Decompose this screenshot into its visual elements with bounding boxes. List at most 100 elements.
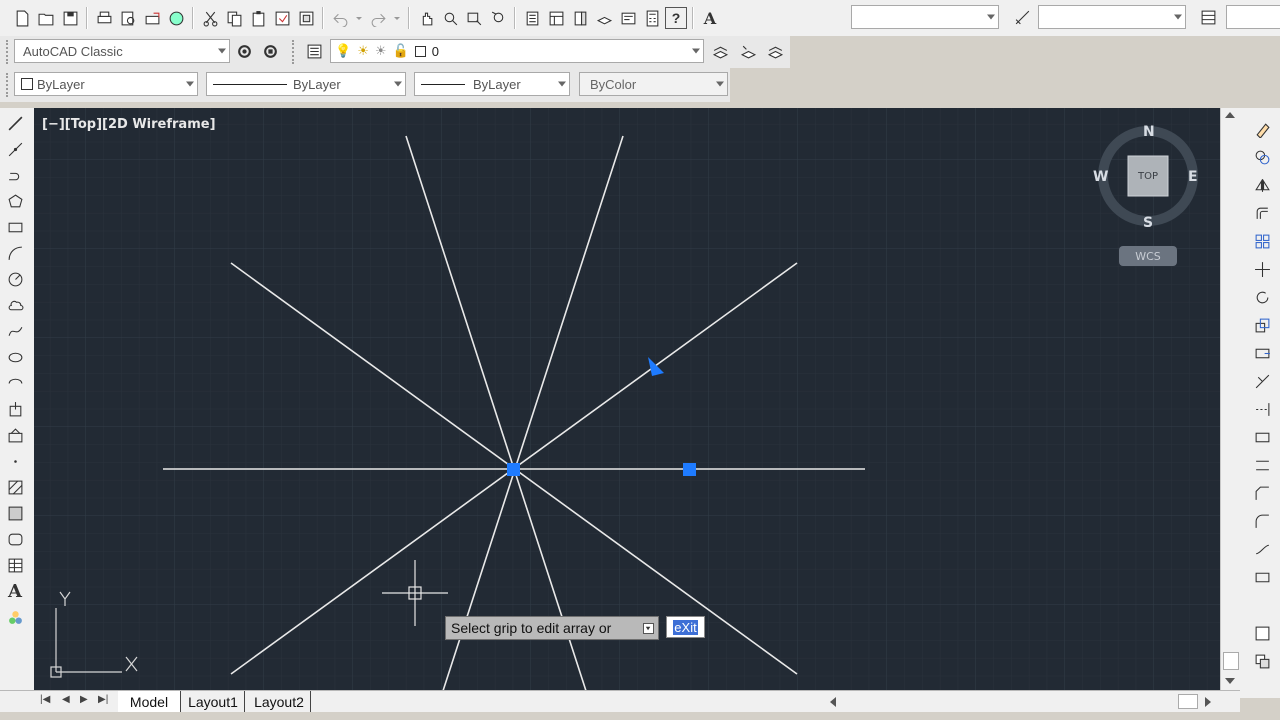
new-file-icon[interactable] (11, 7, 33, 29)
toolbar-grip[interactable] (6, 40, 13, 64)
scroll-right-arrow-icon[interactable] (1205, 697, 1211, 707)
make-block-icon[interactable] (4, 424, 26, 446)
dimension-style-icon[interactable] (1011, 6, 1033, 28)
viewport-controls-label[interactable]: [−][Top][2D Wireframe] (42, 117, 216, 132)
last-layout-icon[interactable]: ▶| (98, 694, 112, 709)
blend-curves-icon[interactable] (1251, 538, 1273, 560)
save-icon[interactable] (59, 7, 81, 29)
viewcube-south[interactable]: S (1143, 215, 1153, 231)
next-layout-icon[interactable]: ▶ (80, 694, 94, 709)
line-icon[interactable] (4, 112, 26, 134)
break-icon[interactable] (1251, 426, 1273, 448)
command-option-exit[interactable]: eXit (666, 616, 705, 638)
design-center-icon[interactable] (545, 7, 567, 29)
previous-layout-icon[interactable]: ◀ (62, 694, 76, 709)
plot-icon[interactable] (93, 7, 115, 29)
vertical-scrollbar[interactable] (1220, 108, 1241, 690)
layer-dropdown[interactable]: 💡 ☀ ☀ 🔓 0 (330, 39, 704, 63)
lineweight-dropdown[interactable]: ByLayer (414, 72, 570, 96)
draw-order-icon[interactable] (1251, 650, 1273, 672)
region-icon[interactable] (4, 528, 26, 550)
move-icon[interactable] (1251, 258, 1273, 280)
undo-icon[interactable] (329, 7, 351, 29)
hatch-icon[interactable] (4, 476, 26, 498)
help-icon[interactable]: ? (665, 7, 687, 29)
table-style-dropdown[interactable] (1226, 5, 1280, 29)
linetype-dropdown[interactable]: ByLayer (206, 72, 406, 96)
pan-icon[interactable] (415, 7, 437, 29)
layer-tools-icon[interactable] (1251, 622, 1273, 644)
trim-icon[interactable] (1251, 370, 1273, 392)
plot-preview-icon[interactable] (117, 7, 139, 29)
text-style-icon[interactable]: A (699, 7, 721, 29)
viewcube-west[interactable]: W (1093, 169, 1108, 185)
layer-properties-icon[interactable] (303, 40, 325, 62)
scale-icon[interactable] (1251, 314, 1273, 336)
scroll-down-arrow-icon[interactable] (1225, 678, 1235, 684)
explode-icon[interactable] (1251, 566, 1273, 588)
table-icon[interactable] (4, 554, 26, 576)
spline-icon[interactable] (4, 320, 26, 342)
scroll-left-arrow-icon[interactable] (830, 697, 836, 707)
multiline-text-icon[interactable]: A (4, 580, 26, 602)
paste-icon[interactable] (247, 7, 269, 29)
make-object-layer-current-icon[interactable] (709, 40, 731, 62)
tool-palettes-icon[interactable] (569, 7, 591, 29)
match-properties-icon[interactable] (271, 7, 293, 29)
color-dropdown[interactable]: ByLayer (14, 72, 198, 96)
rectangle-icon[interactable] (4, 216, 26, 238)
center-grip[interactable] (507, 463, 520, 476)
cut-icon[interactable] (199, 7, 221, 29)
chamfer-icon[interactable] (1251, 482, 1273, 504)
redo-icon[interactable] (367, 7, 389, 29)
construction-line-icon[interactable] (4, 138, 26, 160)
horizontal-scrollbar[interactable] (822, 693, 1220, 710)
open-folder-icon[interactable] (35, 7, 57, 29)
sheet-set-icon[interactable] (593, 7, 615, 29)
circle-icon[interactable] (4, 268, 26, 290)
point-icon[interactable] (4, 450, 26, 472)
markup-icon[interactable] (617, 7, 639, 29)
undo-dropdown-icon[interactable] (353, 7, 365, 29)
block-editor-icon[interactable] (295, 7, 317, 29)
mirror-icon[interactable] (1251, 174, 1273, 196)
properties-icon[interactable] (521, 7, 543, 29)
gradient-icon[interactable] (4, 502, 26, 524)
ellipse-icon[interactable] (4, 346, 26, 368)
viewcube-east[interactable]: E (1188, 169, 1198, 185)
insert-block-icon[interactable] (4, 398, 26, 420)
dropdown-arrow-icon[interactable] (643, 623, 654, 634)
polygon-icon[interactable] (4, 190, 26, 212)
workspace-dropdown[interactable]: AutoCAD Classic (14, 39, 230, 63)
quickcalc-icon[interactable] (641, 7, 663, 29)
layer-states-icon[interactable] (764, 40, 786, 62)
redo-dropdown-icon[interactable] (391, 7, 403, 29)
workspace-settings-icon[interactable] (233, 40, 255, 62)
stretch-icon[interactable] (1251, 342, 1273, 364)
tab-model[interactable]: Model (118, 691, 181, 712)
rotate-icon[interactable] (1251, 286, 1273, 308)
drawing-canvas[interactable]: N S E W TOP WCS [−][Top][2D Wireframe] (34, 108, 1220, 690)
dimension-style-dropdown[interactable] (1038, 5, 1186, 29)
revision-cloud-icon[interactable] (4, 294, 26, 316)
array-icon[interactable] (1251, 230, 1273, 252)
polyline-icon[interactable] (4, 164, 26, 186)
viewcube-north[interactable]: N (1143, 124, 1155, 140)
scroll-up-arrow-icon[interactable] (1225, 112, 1235, 118)
arc-icon[interactable] (4, 242, 26, 264)
copy-icon[interactable] (223, 7, 245, 29)
toolbar-grip[interactable] (6, 73, 13, 97)
offset-icon[interactable] (1251, 202, 1273, 224)
ellipse-arc-icon[interactable] (4, 372, 26, 394)
zoom-window-icon[interactable] (463, 7, 485, 29)
3d-print-icon[interactable] (165, 7, 187, 29)
viewcube-top-face[interactable]: TOP (1137, 171, 1158, 182)
first-layout-icon[interactable]: |◀ (40, 694, 54, 709)
ucs-menu-button[interactable]: WCS (1119, 246, 1177, 266)
hscroll-thumb[interactable] (1178, 694, 1198, 709)
plot-style-dropdown[interactable]: ByColor (579, 72, 728, 96)
add-selected-icon[interactable] (4, 606, 26, 628)
extend-icon[interactable] (1251, 398, 1273, 420)
zoom-realtime-icon[interactable] (439, 7, 461, 29)
layer-previous-icon[interactable] (737, 40, 759, 62)
